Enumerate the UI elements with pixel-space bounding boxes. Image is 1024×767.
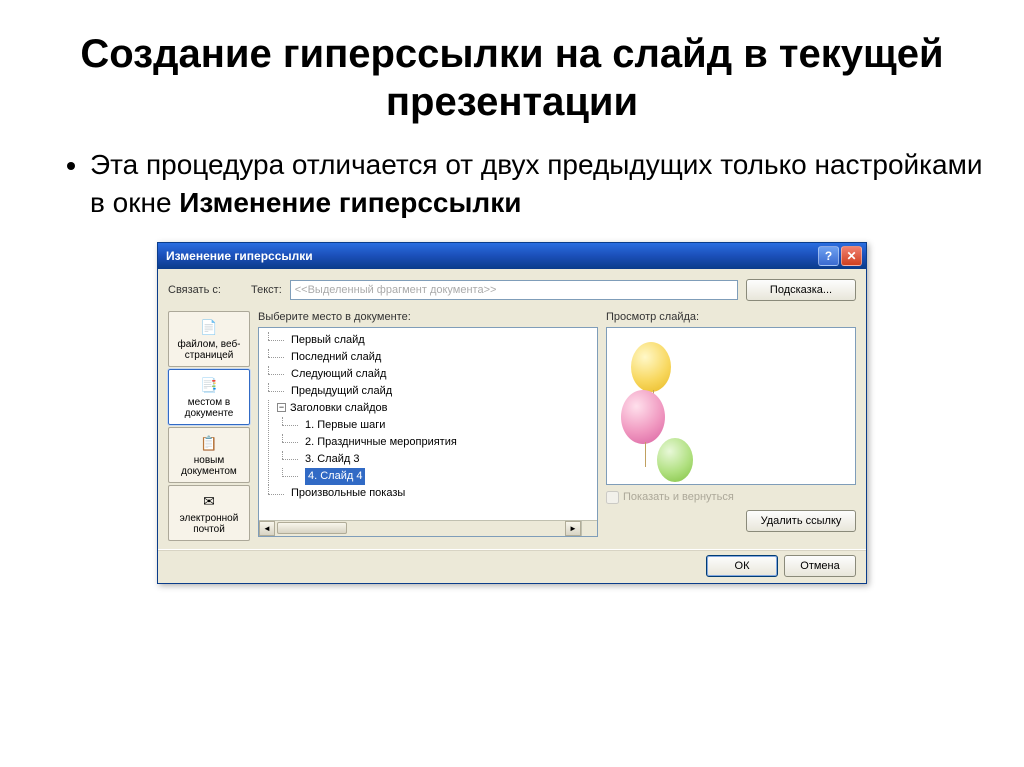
dialog-footer: ОК Отмена: [158, 549, 866, 583]
sidebar-item-place[interactable]: 📑 местом в документе: [168, 369, 250, 425]
tooltip-button[interactable]: Подсказка...: [746, 279, 856, 301]
collapse-icon[interactable]: −: [277, 403, 286, 412]
link-to-sidebar: 📄 файлом, веб-страницей 📑 местом в докум…: [168, 311, 250, 541]
slide-title: Создание гиперссылки на слайд в текущей …: [40, 30, 984, 126]
ok-button[interactable]: ОК: [706, 555, 778, 577]
preview-label: Просмотр слайда:: [606, 311, 856, 323]
balloon-green: [657, 438, 693, 482]
show-return-label: Показать и вернуться: [623, 491, 734, 503]
file-web-icon: 📄: [199, 318, 219, 336]
scroll-left-icon[interactable]: ◄: [259, 521, 275, 536]
tree-slide-2[interactable]: 2. Праздничные мероприятия: [277, 434, 595, 451]
link-with-label: Связать с:: [168, 284, 243, 296]
sidebar-item-label: новым документом: [171, 455, 247, 478]
sidebar-item-label: местом в документе: [171, 397, 247, 420]
hyperlink-dialog: Изменение гиперссылки ? ✕ Связать с: Тек…: [157, 242, 867, 584]
scroll-corner: [581, 520, 597, 536]
select-place-label: Выберите место в документе:: [258, 311, 598, 323]
dialog-titlebar[interactable]: Изменение гиперссылки ? ✕: [158, 243, 866, 269]
scroll-thumb[interactable]: [277, 522, 347, 534]
horizontal-scrollbar[interactable]: ◄ ►: [259, 520, 581, 536]
tree-slide-4-label: 4. Слайд 4: [305, 468, 365, 485]
sidebar-item-label: файлом, веб-страницей: [171, 339, 247, 362]
help-button[interactable]: ?: [818, 246, 839, 266]
remove-link-button[interactable]: Удалить ссылку: [746, 510, 856, 532]
slide-body: Эта процедура отличается от двух предыду…: [60, 146, 984, 222]
balloon-pink: [621, 390, 665, 444]
email-icon: ✉: [199, 492, 219, 510]
close-button[interactable]: ✕: [841, 246, 862, 266]
sidebar-item-file[interactable]: 📄 файлом, веб-страницей: [168, 311, 250, 367]
balloon-yellow: [631, 342, 671, 392]
tree-next-slide[interactable]: Следующий слайд: [263, 366, 595, 383]
slide-preview: [606, 327, 856, 485]
tree-prev-slide[interactable]: Предыдущий слайд: [263, 383, 595, 400]
sidebar-item-email[interactable]: ✉ электронной почтой: [168, 485, 250, 541]
place-doc-icon: 📑: [199, 376, 219, 394]
tree-first-slide[interactable]: Первый слайд: [263, 332, 595, 349]
balloon-string: [645, 442, 646, 467]
cancel-button[interactable]: Отмена: [784, 555, 856, 577]
tree-slide-4[interactable]: 4. Слайд 4: [277, 468, 595, 485]
bullet-bold: Изменение гиперссылки: [179, 187, 521, 218]
new-doc-icon: 📋: [199, 434, 219, 452]
tree-headers-label: Заголовки слайдов: [290, 402, 388, 414]
scroll-right-icon[interactable]: ►: [565, 521, 581, 536]
show-return-checkbox: [606, 491, 619, 504]
text-label: Текст:: [251, 284, 282, 296]
text-input[interactable]: <<Выделенный фрагмент документа>>: [290, 280, 738, 300]
sidebar-item-label: электронной почтой: [171, 513, 247, 536]
tree-slide-1[interactable]: 1. Первые шаги: [277, 417, 595, 434]
tree-last-slide[interactable]: Последний слайд: [263, 349, 595, 366]
tree-custom-shows[interactable]: Произвольные показы: [263, 485, 595, 502]
tree-headers[interactable]: −Заголовки слайдов 1. Первые шаги 2. Пра…: [263, 400, 595, 485]
sidebar-item-newdoc[interactable]: 📋 новым документом: [168, 427, 250, 483]
dialog-title: Изменение гиперссылки: [166, 249, 313, 263]
place-tree[interactable]: Первый слайд Последний слайд Следующий с…: [258, 327, 598, 537]
tree-slide-3[interactable]: 3. Слайд 3: [277, 451, 595, 468]
